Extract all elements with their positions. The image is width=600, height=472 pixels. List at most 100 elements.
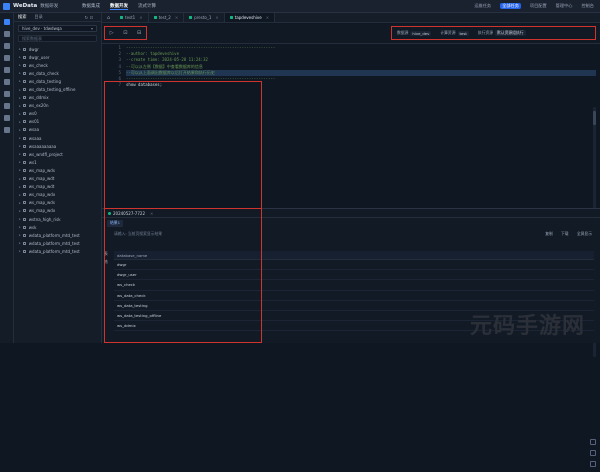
chevron-right-icon[interactable]: ▸ bbox=[19, 79, 21, 83]
table-icon[interactable] bbox=[3, 31, 10, 37]
tree-item[interactable]: ▸ wdata_platform_mtd_test bbox=[14, 231, 101, 239]
compute-resource-select[interactable]: test bbox=[457, 30, 469, 36]
chevron-right-icon[interactable]: ▸ bbox=[19, 217, 21, 221]
expand-icon[interactable] bbox=[590, 450, 596, 456]
datasource-select[interactable]: hive_dev bbox=[410, 30, 432, 36]
chevron-right-icon[interactable]: ▸ bbox=[19, 241, 21, 245]
chevron-right-icon[interactable]: ▸ bbox=[19, 193, 21, 197]
fullscreen-button[interactable]: 全屏显示 bbox=[577, 231, 592, 236]
settings-icon[interactable] bbox=[3, 127, 10, 133]
chevron-right-icon[interactable]: ▸ bbox=[19, 96, 21, 100]
chevron-right-icon[interactable]: ▸ bbox=[19, 136, 21, 140]
tree-item[interactable]: ▸ ws_ddmix bbox=[14, 94, 101, 102]
chevron-right-icon[interactable]: ▸ bbox=[19, 55, 21, 59]
tab-directory[interactable]: 目录 bbox=[34, 14, 42, 20]
tree-item[interactable]: ▸ wsaa bbox=[14, 126, 101, 134]
save-icon[interactable]: ⊡ bbox=[123, 30, 127, 36]
param-icon[interactable] bbox=[3, 115, 10, 121]
chevron-right-icon[interactable]: ▸ bbox=[19, 144, 21, 148]
chevron-right-icon[interactable]: ▸ bbox=[19, 201, 21, 205]
chevron-right-icon[interactable]: ▸ bbox=[19, 128, 21, 132]
tree-item[interactable]: ▸ ws_map_wds bbox=[14, 166, 101, 174]
tree-item[interactable]: ▸ wsk bbox=[14, 223, 101, 231]
editor-tab[interactable]: test1 × bbox=[115, 13, 149, 22]
console-link[interactable]: 控制台 bbox=[581, 3, 594, 9]
close-icon[interactable]: × bbox=[266, 15, 269, 20]
chevron-right-icon[interactable]: ▸ bbox=[19, 209, 21, 213]
chevron-right-icon[interactable]: ▸ bbox=[19, 71, 21, 75]
tree-item[interactable]: ▸ ws_wndfl_project bbox=[14, 150, 101, 158]
chevron-right-icon[interactable]: ▸ bbox=[19, 63, 21, 67]
tree-item[interactable]: ▸ ws_data_check bbox=[14, 69, 101, 77]
admin-center-link[interactable]: 管理中心 bbox=[556, 3, 573, 9]
chevron-right-icon[interactable]: ▸ bbox=[19, 249, 21, 253]
topnav-item[interactable]: 数据集成 bbox=[82, 3, 100, 10]
scrollbar-thumb[interactable] bbox=[593, 111, 596, 125]
chevron-right-icon[interactable]: ▸ bbox=[19, 152, 21, 156]
chevron-right-icon[interactable]: ▸ bbox=[19, 225, 21, 229]
tree-item[interactable]: ▸ ws_map_wds bbox=[14, 199, 101, 207]
tree-item[interactable]: ▸ ws_map_wdx bbox=[14, 207, 101, 215]
tree-item[interactable]: ▸ ws0 bbox=[14, 110, 101, 118]
tree-item[interactable]: ▸ ws_map_wdt bbox=[14, 175, 101, 183]
tree-item[interactable]: ▸ ws_map_wdx bbox=[14, 191, 101, 199]
format-icon[interactable]: ⊟ bbox=[137, 30, 141, 36]
run-icon[interactable]: ▷ bbox=[110, 30, 114, 36]
close-icon[interactable]: × bbox=[175, 15, 178, 20]
tree-item[interactable]: ▸ ws_data_testing_offline bbox=[14, 85, 101, 93]
database-icon bbox=[22, 217, 26, 221]
pin-icon[interactable] bbox=[590, 439, 596, 445]
app-logo[interactable]: WeData 数据研发 bbox=[0, 2, 82, 10]
chevron-right-icon[interactable]: ▸ bbox=[19, 88, 21, 92]
git-icon[interactable] bbox=[3, 91, 10, 97]
tree-item[interactable]: ▸ ws1 bbox=[14, 158, 101, 166]
database-select[interactable]: hive_dev · tdwdwqa ▾ bbox=[18, 25, 97, 32]
editor-tab[interactable]: presto_1 × bbox=[184, 13, 225, 22]
topnav-item-active[interactable]: 数据开发 bbox=[110, 3, 128, 10]
editor-tab[interactable]: test_2 × bbox=[149, 13, 185, 22]
tree-item[interactable]: ▸ wsaaaaaaaaa bbox=[14, 142, 101, 150]
editor-tab-active[interactable]: tapdeveshive × bbox=[224, 13, 276, 22]
chevron-right-icon[interactable]: ▸ bbox=[19, 185, 21, 189]
close-icon[interactable]: × bbox=[215, 15, 218, 20]
home-icon[interactable]: ⌂ bbox=[102, 13, 115, 22]
chevron-right-icon[interactable]: ▸ bbox=[19, 120, 21, 124]
chevron-right-icon[interactable]: ▸ bbox=[19, 104, 21, 108]
refresh-icon[interactable] bbox=[590, 461, 596, 467]
exec-resource-select[interactable]: 默认资源组执行 bbox=[495, 30, 526, 36]
chevron-right-icon[interactable]: ▸ bbox=[19, 47, 21, 51]
history-icon[interactable] bbox=[3, 67, 10, 73]
tree-item[interactable]: ▸ wstna_high_risk bbox=[14, 215, 101, 223]
tree-item[interactable]: ▸ wdata_platform_mtd_test bbox=[14, 239, 101, 247]
chevron-right-icon[interactable]: ▸ bbox=[19, 177, 21, 181]
tree-item[interactable]: ▸ ws_data_testing bbox=[14, 77, 101, 85]
dev-icon[interactable] bbox=[3, 19, 10, 25]
close-icon[interactable]: × bbox=[139, 15, 142, 20]
tree-item[interactable]: ▸ ws_ex20n bbox=[14, 102, 101, 110]
tree-item[interactable]: ▸ wsaaa bbox=[14, 134, 101, 142]
all-tasks-button[interactable]: 全部任务 bbox=[500, 3, 521, 9]
ops-link[interactable]: 运维任务 bbox=[474, 3, 491, 9]
tree-item[interactable]: ▸ dwgr bbox=[14, 45, 101, 53]
function-icon[interactable] bbox=[3, 43, 10, 49]
project-config-link[interactable]: 项目配置 bbox=[530, 3, 547, 9]
chevron-right-icon[interactable]: ▸ bbox=[19, 168, 21, 172]
chevron-right-icon[interactable]: ▸ bbox=[19, 233, 21, 237]
copy-button[interactable]: 复制 bbox=[545, 231, 553, 236]
tab-search[interactable]: 搜索 bbox=[18, 14, 26, 20]
chevron-right-icon[interactable]: ▸ bbox=[19, 112, 21, 116]
template-icon[interactable] bbox=[3, 79, 10, 85]
side-tools bbox=[590, 439, 598, 472]
table-search-input[interactable]: 搜索数据表 bbox=[18, 35, 97, 42]
refresh-icon[interactable]: ↻ ⊡ bbox=[85, 15, 93, 20]
tree-item[interactable]: ▸ ws_check bbox=[14, 61, 101, 69]
tree-item[interactable]: ▸ ws_map_wdt bbox=[14, 183, 101, 191]
tree-item[interactable]: ▸ wdata_platform_mtd_test bbox=[14, 247, 101, 255]
tree-item[interactable]: ▸ ws01 bbox=[14, 118, 101, 126]
download-button[interactable]: 下载 bbox=[561, 231, 569, 236]
chevron-right-icon[interactable]: ▸ bbox=[19, 160, 21, 164]
tree-item[interactable]: ▸ dwgr_user bbox=[14, 53, 101, 61]
resource-icon[interactable] bbox=[3, 55, 10, 61]
monitor-icon[interactable] bbox=[3, 103, 10, 109]
topnav-item[interactable]: 流式计算 bbox=[138, 3, 156, 10]
